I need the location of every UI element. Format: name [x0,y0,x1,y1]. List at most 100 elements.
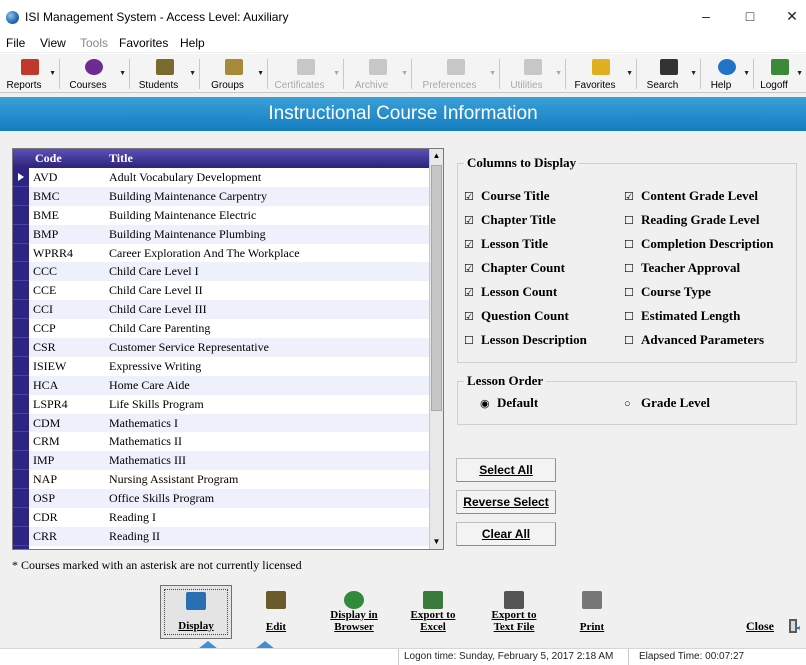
checkbox-reading-grade-level[interactable]: ☐ Reading Grade Level [624,212,759,228]
checkbox-chapter-count[interactable]: ☑ Chapter Count [464,260,565,276]
course-row[interactable]: OSP Office Skills Program [13,489,430,509]
course-row[interactable]: CCP Child Care Parenting [13,319,430,339]
scroll-down-arrow-icon[interactable]: ▼ [430,535,443,549]
course-row[interactable]: CSR Customer Service Representative [13,338,430,357]
course-row[interactable]: NAP Nursing Assistant Program [13,470,430,490]
dropdown-arrow-icon[interactable]: ▼ [626,70,633,77]
toolbar-reports-button[interactable]: Reports ▼ [2,55,58,93]
course-row[interactable]: CCC Child Care Level I [13,262,430,282]
display-in-browser-button[interactable]: Display in Browser [318,585,390,639]
export-text-button[interactable]: Export to Text File [476,585,552,639]
export-excel-button[interactable]: Export to Excel [397,585,469,639]
checkbox-teacher-approval[interactable]: ☐ Teacher Approval [624,260,740,276]
reverse-select-button[interactable]: Reverse Select [456,490,556,514]
edit-button[interactable]: Edit [240,585,312,639]
row-selector[interactable] [13,432,29,452]
checkbox-question-count[interactable]: ☑ Question Count [464,308,569,324]
toolbar-archive-button[interactable]: Archive ▼ [345,55,410,93]
row-selector[interactable] [13,526,29,546]
toolbar-groups-button[interactable]: Groups ▼ [201,55,266,93]
course-row[interactable]: CRM Mathematics II [13,432,430,452]
toolbar-help-button[interactable]: Help ▼ [702,55,752,93]
door-exit-icon[interactable] [788,618,800,634]
maximize-button[interactable]: □ [730,6,770,26]
radio-default[interactable]: ◉ Default [480,395,538,411]
course-row[interactable]: BMP Building Maintenance Plumbing [13,224,430,244]
course-row[interactable]: LSPR4 Life Skills Program [13,394,430,414]
course-row[interactable]: HCA Home Care Aide [13,375,430,395]
course-row[interactable]: AVD Adult Vocabulary Development [13,168,430,187]
course-row[interactable]: CDM Mathematics I [13,413,430,433]
checkbox-content-grade-level[interactable]: ☑ Content Grade Level [624,188,758,204]
dropdown-arrow-icon[interactable]: ▼ [796,70,803,77]
menu-tools[interactable]: Tools [80,36,108,50]
select-all-button[interactable]: Select All [456,458,556,482]
checkbox-course-type[interactable]: ☐ Course Type [624,284,711,300]
row-selector[interactable] [13,375,29,395]
course-row[interactable]: CCI Child Care Level III [13,300,430,320]
course-row[interactable]: ISIEW Expressive Writing [13,356,430,376]
dropdown-arrow-icon[interactable]: ▼ [189,70,196,77]
row-selector[interactable] [13,224,29,244]
toolbar-students-button[interactable]: Students ▼ [131,55,198,93]
dropdown-arrow-icon[interactable]: ▼ [257,70,264,77]
course-row[interactable]: WPRR4 Career Exploration And The Workplac… [13,243,430,263]
scroll-thumb[interactable] [431,165,442,411]
checkbox-completion-description[interactable]: ☐ Completion Description [624,236,774,252]
row-selector[interactable] [13,281,29,301]
checkbox-lesson-title[interactable]: ☑ Lesson Title [464,236,548,252]
menu-help[interactable]: Help [180,36,205,50]
course-row[interactable]: BMC Building Maintenance Carpentry [13,186,430,206]
current-row-indicator-icon[interactable] [13,168,29,187]
menu-file[interactable]: File [6,36,25,50]
radio-grade-level[interactable]: ○ Grade Level [624,395,710,411]
toolbar-certificates-button[interactable]: Certificates ▼ [269,55,342,93]
checkbox-lesson-description[interactable]: ☐ Lesson Description [464,332,587,348]
course-row[interactable]: CRR Reading II [13,526,430,546]
window-close-button[interactable]: ✕ [772,6,806,26]
checkbox-lesson-count[interactable]: ☑ Lesson Count [464,284,557,300]
toolbar-favorites-button[interactable]: Favorites ▼ [567,55,635,93]
menu-favorites[interactable]: Favorites [119,36,168,50]
minimize-button[interactable]: – [686,6,726,26]
row-selector[interactable] [13,451,29,471]
dropdown-arrow-icon[interactable]: ▼ [743,70,750,77]
row-selector[interactable] [13,319,29,339]
course-row[interactable]: CCE Child Care Level II [13,281,430,301]
checkbox-estimated-length[interactable]: ☐ Estimated Length [624,308,740,324]
clear-all-button[interactable]: Clear All [456,522,556,546]
checkbox-course-title[interactable]: ☑ Course Title [464,188,550,204]
display-button[interactable]: Display [160,585,232,639]
toolbar-utilities-button[interactable]: Utilities ▼ [501,55,564,93]
row-selector[interactable] [13,205,29,225]
row-selector[interactable] [13,394,29,414]
row-selector[interactable] [13,262,29,282]
course-row[interactable]: CRR Reading III [13,545,430,549]
row-selector[interactable] [13,243,29,263]
column-header-title[interactable]: Title [109,151,133,166]
row-selector[interactable] [13,356,29,376]
menu-view[interactable]: View [40,36,66,50]
course-row[interactable]: CDR Reading I [13,508,430,527]
dropdown-arrow-icon[interactable]: ▼ [333,70,340,77]
toolbar-logoff-button[interactable]: Logoff ▼ [755,55,805,93]
course-row[interactable]: BME Building Maintenance Electric [13,205,430,225]
checkbox-chapter-title[interactable]: ☑ Chapter Title [464,212,556,228]
toolbar-preferences-button[interactable]: Preferences ▼ [413,55,498,93]
dropdown-arrow-icon[interactable]: ▼ [49,70,56,77]
scroll-up-arrow-icon[interactable]: ▲ [430,149,443,163]
row-selector[interactable] [13,186,29,206]
course-list[interactable]: Code Title AVD Adult Vocabulary Developme… [12,148,444,550]
row-selector[interactable] [13,489,29,509]
column-header-code[interactable]: Code [35,151,62,166]
row-selector[interactable] [13,545,29,549]
close-button[interactable]: Close [746,619,774,634]
dropdown-arrow-icon[interactable]: ▼ [119,70,126,77]
vertical-scrollbar[interactable]: ▲ ▼ [429,149,443,549]
checkbox-advanced-parameters[interactable]: ☐ Advanced Parameters [624,332,764,348]
dropdown-arrow-icon[interactable]: ▼ [555,70,562,77]
row-selector[interactable] [13,508,29,527]
dropdown-arrow-icon[interactable]: ▼ [401,70,408,77]
row-selector[interactable] [13,413,29,433]
dropdown-arrow-icon[interactable]: ▼ [690,70,697,77]
